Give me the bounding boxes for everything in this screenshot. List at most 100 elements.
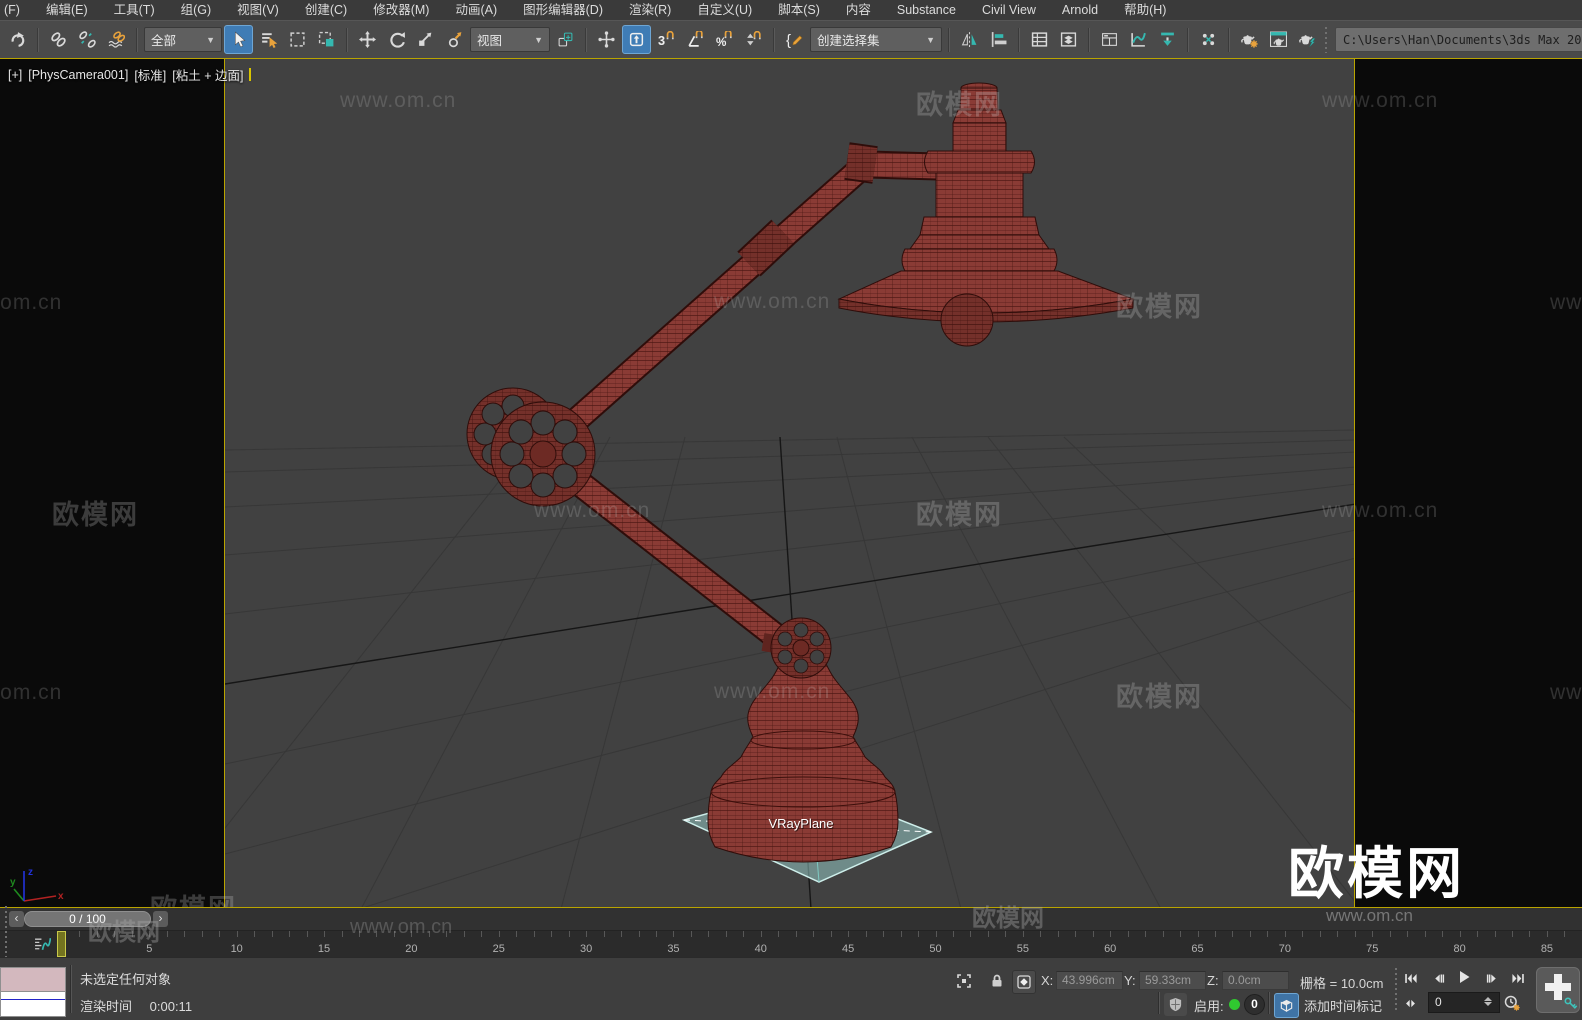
- isolate-selection-toggle[interactable]: [953, 970, 975, 992]
- menu-item-9[interactable]: 渲染(R): [616, 0, 684, 20]
- unlink-selection-button[interactable]: [74, 26, 101, 53]
- menu-item-3[interactable]: 组(G): [168, 0, 225, 20]
- viewport-canvas[interactable]: VRayPlane VRayPlane [+] [PhysCamera001] …: [0, 58, 1582, 908]
- mirror-button[interactable]: [956, 26, 983, 53]
- menu-item-12[interactable]: 内容: [833, 0, 884, 20]
- z-coord-field[interactable]: 0.0cm: [1222, 971, 1289, 990]
- select-and-link-button[interactable]: [45, 26, 72, 53]
- select-and-rotate-button[interactable]: [383, 26, 410, 53]
- viewport-pov-menu[interactable]: [+]: [8, 68, 22, 82]
- menu-item-15[interactable]: Arnold: [1049, 0, 1111, 20]
- y-coord-field[interactable]: 59.33cm: [1139, 971, 1206, 990]
- render-setup-button[interactable]: [1236, 26, 1263, 53]
- go-to-end-button[interactable]: [1506, 967, 1530, 989]
- select-and-manipulate-button[interactable]: [593, 26, 620, 53]
- lamp-model[interactable]: [467, 83, 1133, 862]
- window-crossing-toggle[interactable]: [313, 26, 340, 53]
- scene-security-button[interactable]: [1164, 993, 1187, 1016]
- menu-item-6[interactable]: 修改器(M): [360, 0, 442, 20]
- ruler-tick: [464, 931, 465, 937]
- previous-frame-arrow[interactable]: ‹: [9, 911, 24, 927]
- menu-item-5[interactable]: 创建(C): [292, 0, 360, 20]
- menu-item-13[interactable]: Substance: [884, 0, 969, 20]
- set-key-button[interactable]: [1536, 967, 1580, 1013]
- open-mini-curve-editor-button[interactable]: [30, 934, 54, 954]
- percent-snap-toggle[interactable]: [711, 26, 738, 53]
- bind-to-space-warp-button[interactable]: [103, 26, 130, 53]
- x-coord-field[interactable]: 43.996cm: [1056, 971, 1123, 990]
- menu-item-10[interactable]: 自定义(U): [684, 0, 765, 20]
- align-button[interactable]: [985, 26, 1012, 53]
- select-and-move-button[interactable]: [354, 26, 381, 53]
- toggle-ribbon-button[interactable]: [1096, 26, 1123, 53]
- edit-selection-set-icon: [786, 31, 803, 48]
- previous-frame-button[interactable]: [1426, 967, 1450, 989]
- reference-coordinate-system-dropdown[interactable]: 视图▼: [470, 27, 550, 52]
- time-configuration-button[interactable]: [1500, 992, 1524, 1014]
- viewport-shading-menu[interactable]: [粘土 + 边面]: [172, 65, 243, 84]
- ruler-frame-label: 10: [231, 943, 243, 955]
- axis-y-label: y: [10, 877, 16, 888]
- track-bar-grip[interactable]: [3, 931, 10, 957]
- toggle-layer-explorer-button[interactable]: [1055, 26, 1082, 53]
- track-bar[interactable]: 0510152025303540455055606570758085: [0, 931, 1582, 957]
- viewport-style-menu[interactable]: [标准]: [134, 65, 166, 84]
- add-time-tag-label[interactable]: 添加时间标记: [1304, 996, 1382, 1015]
- spinner-snap-toggle[interactable]: [740, 26, 767, 53]
- maxscript-macro-recorder[interactable]: [0, 967, 66, 992]
- named-selection-sets-dropdown[interactable]: 创建选择集▼: [810, 27, 942, 52]
- time-tag-cube-button[interactable]: [1274, 993, 1299, 1018]
- project-path-value: C:\Users\Han\Documents\3ds Max 2022: [1343, 33, 1582, 47]
- maxscript-mini-listener[interactable]: [0, 991, 66, 1017]
- frame-field-spinner[interactable]: [1482, 992, 1492, 1011]
- camera-safe-frame[interactable]: VRayPlane VRayPlane: [224, 59, 1355, 907]
- curve-editor-button[interactable]: [1125, 26, 1152, 53]
- go-to-start-button[interactable]: [1398, 967, 1422, 989]
- time-slider-handle[interactable]: 0 / 100: [24, 911, 151, 927]
- schematic-view-button[interactable]: [1154, 26, 1181, 53]
- material-editor-button[interactable]: [1195, 26, 1222, 53]
- project-folder-dropdown[interactable]: C:\Users\Han\Documents\3ds Max 2022▼: [1335, 27, 1582, 52]
- select-object-button[interactable]: [224, 25, 253, 54]
- time-slider-bar[interactable]: ‹ 0 / 100 ›: [0, 908, 1582, 931]
- keyboard-shortcut-override-toggle[interactable]: [622, 25, 651, 54]
- timeline-ruler[interactable]: 0510152025303540455055606570758085: [58, 931, 1582, 957]
- edit-named-selection-sets-button[interactable]: [781, 26, 808, 53]
- use-pivot-point-center-button[interactable]: [552, 26, 579, 53]
- toolbar-separator: [1088, 28, 1090, 52]
- next-frame-button[interactable]: [1480, 967, 1504, 989]
- key-mode-toggle[interactable]: [1398, 992, 1422, 1014]
- menu-item-7[interactable]: 动画(A): [442, 0, 510, 20]
- menu-item-2[interactable]: 工具(T): [101, 0, 168, 20]
- cube-icon: [1279, 998, 1294, 1013]
- selection-filter-dropdown[interactable]: 全部▼: [144, 27, 222, 52]
- menu-item-4[interactable]: 视图(V): [224, 0, 292, 20]
- current-frame-marker[interactable]: [57, 931, 66, 957]
- snap-toggle-3d-button[interactable]: [653, 26, 680, 53]
- select-and-place-button[interactable]: [441, 26, 468, 53]
- menu-item-0[interactable]: (F): [0, 0, 33, 20]
- ruler-tick: [656, 931, 657, 937]
- angle-snap-toggle[interactable]: [682, 26, 709, 53]
- ruler-tick: [1110, 931, 1111, 937]
- absolute-mode-transform-button[interactable]: [1012, 970, 1036, 994]
- toggle-scene-explorer-button[interactable]: [1026, 26, 1053, 53]
- selection-lock-toggle[interactable]: [986, 970, 1008, 992]
- rendered-frame-window-button[interactable]: [1265, 26, 1292, 53]
- select-by-name-button[interactable]: [255, 26, 282, 53]
- menu-item-11[interactable]: 脚本(S): [765, 0, 833, 20]
- select-and-scale-button[interactable]: [412, 26, 439, 53]
- rectangular-selection-region-button[interactable]: [284, 26, 311, 53]
- menu-item-14[interactable]: Civil View: [969, 0, 1049, 20]
- viewport-camera-menu[interactable]: [PhysCamera001]: [28, 68, 128, 82]
- menu-item-8[interactable]: 图形编辑器(D): [510, 0, 616, 20]
- toolbar-grip[interactable]: [1323, 27, 1330, 53]
- object-label: VRayPlane: [768, 816, 833, 831]
- menu-item-16[interactable]: 帮助(H): [1111, 0, 1179, 20]
- security-count-badge[interactable]: 0: [1244, 994, 1265, 1015]
- play-button[interactable]: [1452, 966, 1476, 988]
- menu-item-1[interactable]: 编辑(E): [33, 0, 101, 20]
- next-frame-arrow[interactable]: ›: [153, 911, 168, 927]
- redo-button[interactable]: [4, 26, 31, 53]
- render-production-button[interactable]: [1294, 26, 1321, 53]
